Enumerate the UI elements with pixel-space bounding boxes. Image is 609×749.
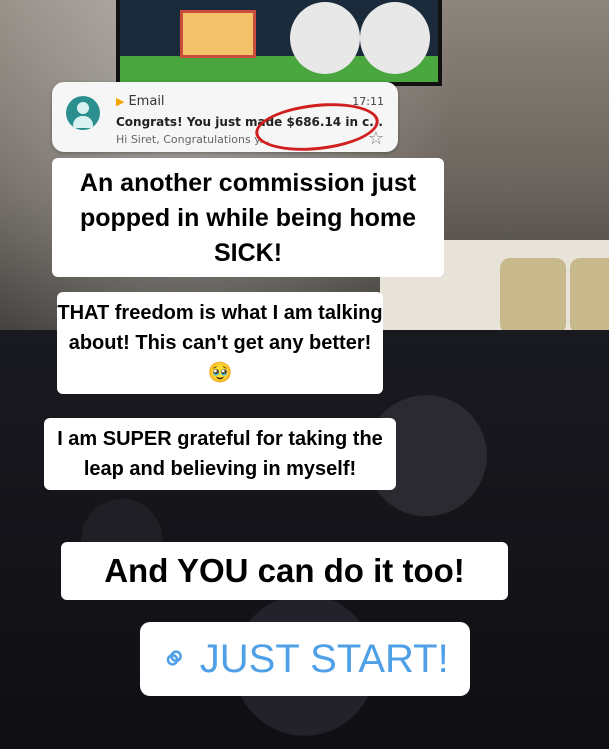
link-icon: ⚭ (152, 635, 200, 683)
mug-left (500, 258, 566, 334)
caption-line1-end: SICK! (213, 236, 283, 271)
caption-you-can: And YOU can do it too! (61, 542, 508, 600)
tv-character-left (290, 2, 360, 74)
caption-line1: An another commission just popped in whi… (79, 169, 417, 232)
avatar-icon (66, 96, 100, 130)
app-name: Email (128, 94, 165, 109)
caption-grateful: I am SUPER grateful for taking the leap … (44, 418, 396, 490)
tv-house (180, 10, 256, 58)
notification-app: ▶ Email (116, 94, 165, 109)
app-arrow-icon: ▶ (116, 95, 125, 108)
link-label: JUST START! (199, 636, 449, 681)
red-circle-annotation (252, 97, 382, 157)
tv-screen (116, 0, 442, 86)
caption-commission: An another commission just popped in whi… (52, 158, 444, 277)
tv-character-right (360, 2, 430, 74)
link-sticker[interactable]: ⚭ JUST START! (140, 622, 470, 696)
notification-preview: Hi Siret, Congratulations y... (116, 133, 270, 146)
mug-right (570, 258, 609, 334)
caption-freedom: THAT freedom is what I am talking about!… (57, 292, 383, 394)
email-notification[interactable]: ▶ Email 17:11 Congrats! You just made $68… (52, 82, 398, 157)
